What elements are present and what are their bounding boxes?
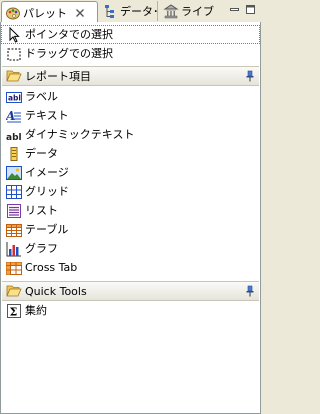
- pin-icon[interactable]: [245, 70, 255, 82]
- maximize-button[interactable]: [245, 4, 256, 15]
- image-icon: [6, 165, 22, 181]
- tab-palette[interactable]: パレット: [1, 1, 98, 23]
- item-label: テーブル: [25, 223, 69, 236]
- palette-item-data[interactable]: データ: [1, 144, 260, 163]
- item-label: ダイナミックテキスト: [25, 128, 135, 141]
- palette-icon: [5, 5, 21, 21]
- crosstab-icon: [6, 260, 22, 276]
- item-label: Cross Tab: [25, 261, 78, 274]
- item-label: 集約: [25, 304, 47, 317]
- label-icon: abl: [6, 89, 22, 105]
- palette-item-grid[interactable]: グリッド: [1, 182, 260, 201]
- grid-icon: [6, 184, 22, 200]
- item-label: テキスト: [25, 109, 69, 122]
- palette-item-table[interactable]: テーブル: [1, 220, 260, 239]
- data-tree-icon: [102, 3, 118, 19]
- item-label: グリッド: [25, 185, 69, 198]
- open-folder-icon: [6, 69, 22, 83]
- tool-label: ポインタでの選択: [25, 28, 113, 41]
- item-label: イメージ: [25, 166, 69, 179]
- marquee-select-icon: [6, 46, 22, 62]
- minimize-button[interactable]: [229, 4, 240, 15]
- drawer-label: レポート項目: [25, 70, 91, 83]
- palette-item-label[interactable]: abl ラベル: [1, 87, 260, 106]
- table-icon: [6, 222, 22, 238]
- tool-drag-select[interactable]: ドラッグでの選択: [1, 44, 260, 63]
- tab-palette-label: パレット: [23, 6, 67, 20]
- tab-library[interactable]: ライブ: [160, 1, 216, 21]
- palette-item-crosstab[interactable]: Cross Tab: [1, 258, 260, 277]
- palette-item-text[interactable]: A テキスト: [1, 106, 260, 125]
- tab-data-label: データ･: [120, 5, 159, 18]
- palette-item-image[interactable]: イメージ: [1, 163, 260, 182]
- list-icon: [6, 203, 22, 219]
- pin-icon[interactable]: [245, 285, 255, 297]
- view-tab-bar: パレット データ･ ライブ: [0, 0, 261, 23]
- minimize-icon: [230, 8, 239, 11]
- svg-text:Σ: Σ: [10, 305, 18, 318]
- item-label: ラベル: [25, 90, 58, 103]
- sigma-aggregation-icon: Σ: [6, 303, 22, 319]
- item-label: リスト: [25, 204, 58, 217]
- data-icon: [6, 146, 22, 162]
- open-folder-icon: [6, 284, 22, 298]
- tool-pointer-select[interactable]: ポインタでの選択: [1, 25, 260, 44]
- item-label: データ: [25, 147, 58, 160]
- palette-item-dynamic-text[interactable]: abl ダイナミックテキスト: [1, 125, 260, 144]
- item-label: グラフ: [25, 242, 58, 255]
- library-icon: [163, 3, 179, 19]
- text-icon: A: [6, 108, 22, 124]
- tool-label: ドラッグでの選択: [25, 47, 113, 60]
- svg-text:abl: abl: [8, 93, 21, 102]
- drawer-quick-tools[interactable]: Quick Tools: [2, 281, 259, 301]
- palette-item-aggregation[interactable]: Σ 集約: [1, 301, 260, 320]
- palette-item-chart[interactable]: グラフ: [1, 239, 260, 258]
- drawer-report-items[interactable]: レポート項目: [2, 66, 259, 86]
- dynamic-text-icon: abl: [6, 127, 22, 143]
- pointer-arrow-icon: [6, 26, 22, 43]
- palette-panel: ポインタでの選択 ドラッグでの選択 レポート項目 abl ラベル A テキスト …: [0, 22, 261, 414]
- palette-item-list[interactable]: リスト: [1, 201, 260, 220]
- tab-data-explorer[interactable]: データ･: [99, 1, 159, 21]
- maximize-icon: [246, 5, 255, 14]
- chart-icon: [6, 241, 22, 257]
- svg-text:abl: abl: [6, 133, 22, 143]
- close-icon[interactable]: [75, 8, 85, 18]
- svg-text:A: A: [6, 109, 15, 123]
- drawer-label: Quick Tools: [25, 284, 87, 298]
- tab-library-label: ライブ: [181, 5, 214, 18]
